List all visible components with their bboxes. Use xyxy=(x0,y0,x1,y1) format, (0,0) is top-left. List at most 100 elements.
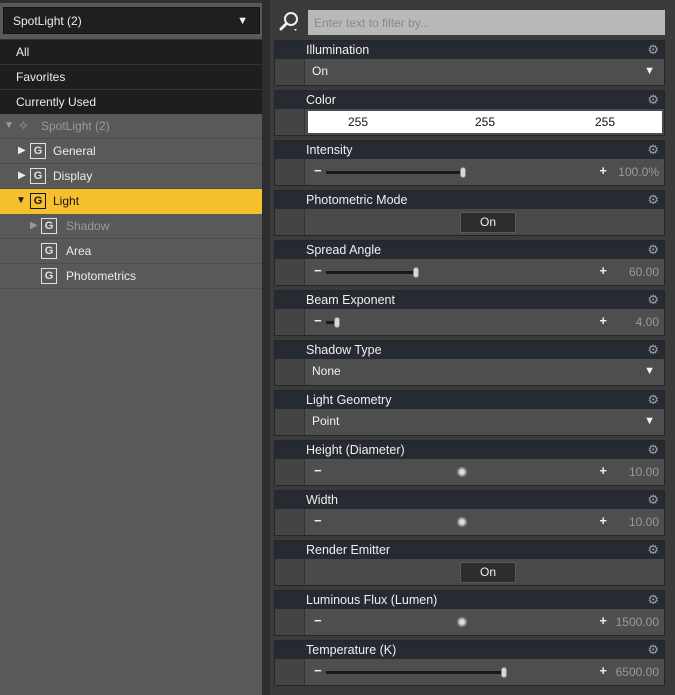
property-body: − +100.0% xyxy=(275,159,664,185)
gear-icon[interactable]: ⚙ xyxy=(647,542,659,558)
gear-icon[interactable]: ⚙ xyxy=(647,292,659,308)
property-dropdown[interactable]: Point ▼ xyxy=(305,409,664,435)
node-selector-dropdown[interactable]: SpotLight (2) ▼ xyxy=(3,7,260,34)
gear-icon[interactable]: ⚙ xyxy=(647,142,659,158)
increment-button[interactable]: + xyxy=(599,613,607,628)
slider-handle[interactable] xyxy=(460,167,466,178)
slider-track[interactable] xyxy=(326,617,600,627)
slider-value[interactable]: 4.00 xyxy=(636,315,659,329)
tree-item-light[interactable]: ▼ G Light xyxy=(0,189,262,214)
gear-icon[interactable]: ⚙ xyxy=(647,42,659,58)
color-blue-value[interactable]: 255 xyxy=(585,115,625,129)
slider-value[interactable]: 60.00 xyxy=(629,265,659,279)
slider-value[interactable]: 1500.00 xyxy=(616,615,659,629)
property-photometric-mode: Photometric Mode ⚙ On xyxy=(274,190,665,236)
gear-icon[interactable]: ⚙ xyxy=(647,92,659,108)
decrement-button[interactable]: − xyxy=(314,313,322,328)
property-header: Intensity ⚙ xyxy=(275,141,664,159)
collapse-triangle-icon[interactable]: ▼ xyxy=(16,195,26,206)
slider-value[interactable]: 100.0% xyxy=(618,165,659,179)
decrement-button[interactable]: − xyxy=(314,663,322,678)
decrement-button[interactable]: − xyxy=(314,263,322,278)
property-light-geometry: Light Geometry ⚙ Point ▼ xyxy=(274,390,665,436)
gear-icon[interactable]: ⚙ xyxy=(647,492,659,508)
toggle-button[interactable]: On xyxy=(460,562,516,583)
slider-handle[interactable] xyxy=(501,667,507,678)
toggle-button[interactable]: On xyxy=(460,212,516,233)
property-slider[interactable]: − +1500.00 xyxy=(305,609,664,635)
decrement-button[interactable]: − xyxy=(314,613,322,628)
color-red-value[interactable]: 255 xyxy=(338,115,378,129)
property-temperature-k: Temperature (K) ⚙ − +6500.00 xyxy=(274,640,665,686)
dropdown-value: On xyxy=(312,64,329,78)
gear-icon[interactable]: ⚙ xyxy=(647,342,659,358)
tree-root-spotlight[interactable]: ▼ ✧ SpotLight (2) xyxy=(0,114,262,139)
decrement-button[interactable]: − xyxy=(314,513,322,528)
search-icon[interactable] xyxy=(275,8,303,36)
color-green-value[interactable]: 255 xyxy=(465,115,505,129)
expand-triangle-icon[interactable]: ▶ xyxy=(18,170,26,181)
property-key-cell xyxy=(275,109,305,135)
gear-icon[interactable]: ⚙ xyxy=(647,392,659,408)
category-all[interactable]: All xyxy=(0,39,262,64)
category-favorites[interactable]: Favorites xyxy=(0,64,262,89)
property-key-cell xyxy=(275,559,305,585)
slider-handle[interactable] xyxy=(457,517,467,527)
increment-button[interactable]: + xyxy=(599,513,607,528)
property-slider[interactable]: − +10.00 xyxy=(305,509,664,535)
dropdown-value: None xyxy=(312,364,341,378)
property-width: Width ⚙ − +10.00 xyxy=(274,490,665,536)
slider-handle[interactable] xyxy=(457,617,467,627)
property-beam-exponent: Beam Exponent ⚙ − +4.00 xyxy=(274,290,665,336)
property-key-cell xyxy=(275,159,305,185)
slider-track[interactable] xyxy=(326,467,600,477)
slider-handle[interactable] xyxy=(413,267,419,278)
increment-button[interactable]: + xyxy=(599,463,607,478)
decrement-button[interactable]: − xyxy=(314,463,322,478)
increment-button[interactable]: + xyxy=(599,163,607,178)
tree-item-photometrics[interactable]: G Photometrics xyxy=(0,264,262,289)
gear-icon[interactable]: ⚙ xyxy=(647,192,659,208)
property-dropdown[interactable]: On ▼ xyxy=(305,59,664,85)
color-swatch[interactable]: 255 255 255 xyxy=(308,111,662,133)
property-slider[interactable]: − +4.00 xyxy=(305,309,664,335)
increment-button[interactable]: + xyxy=(599,263,607,278)
property-body: − +4.00 xyxy=(275,309,664,335)
slider-track[interactable] xyxy=(326,517,600,527)
tree-item-area[interactable]: G Area xyxy=(0,239,262,264)
tree-item-general[interactable]: ▶ G General xyxy=(0,139,262,164)
gear-icon[interactable]: ⚙ xyxy=(647,642,659,658)
gear-icon[interactable]: ⚙ xyxy=(647,442,659,458)
slider-track[interactable] xyxy=(326,267,600,278)
panel-splitter[interactable] xyxy=(262,0,270,695)
property-slider[interactable]: − +60.00 xyxy=(305,259,664,285)
property-slider[interactable]: − +100.0% xyxy=(305,159,664,185)
gear-icon[interactable]: ⚙ xyxy=(647,592,659,608)
property-slider[interactable]: − +6500.00 xyxy=(305,659,664,685)
slider-track[interactable] xyxy=(326,167,600,178)
property-body: − +10.00 xyxy=(275,459,664,485)
node-selector-label: SpotLight (2) xyxy=(13,14,82,28)
slider-value[interactable]: 10.00 xyxy=(629,515,659,529)
increment-button[interactable]: + xyxy=(599,313,607,328)
slider-value[interactable]: 6500.00 xyxy=(616,665,659,679)
filter-input[interactable] xyxy=(308,10,665,35)
slider-track[interactable] xyxy=(326,667,600,678)
property-dropdown[interactable]: None ▼ xyxy=(305,359,664,385)
expand-triangle-icon[interactable]: ▶ xyxy=(18,145,26,156)
slider-value[interactable]: 10.00 xyxy=(629,465,659,479)
expand-triangle-icon[interactable]: ▶ xyxy=(30,220,38,231)
category-currently-used[interactable]: Currently Used xyxy=(0,89,262,114)
slider-fill xyxy=(326,671,504,674)
tree-item-shadow[interactable]: ▶ G Shadow xyxy=(0,214,262,239)
decrement-button[interactable]: − xyxy=(314,163,322,178)
gear-icon[interactable]: ⚙ xyxy=(647,242,659,258)
slider-track[interactable] xyxy=(326,317,600,328)
slider-handle[interactable] xyxy=(457,467,467,477)
increment-button[interactable]: + xyxy=(599,663,607,678)
property-slider[interactable]: − +10.00 xyxy=(305,459,664,485)
tree-item-display[interactable]: ▶ G Display xyxy=(0,164,262,189)
slider-handle[interactable] xyxy=(334,317,340,328)
expand-triangle-icon[interactable]: ▼ xyxy=(4,120,14,131)
property-header: Render Emitter ⚙ xyxy=(275,541,664,559)
